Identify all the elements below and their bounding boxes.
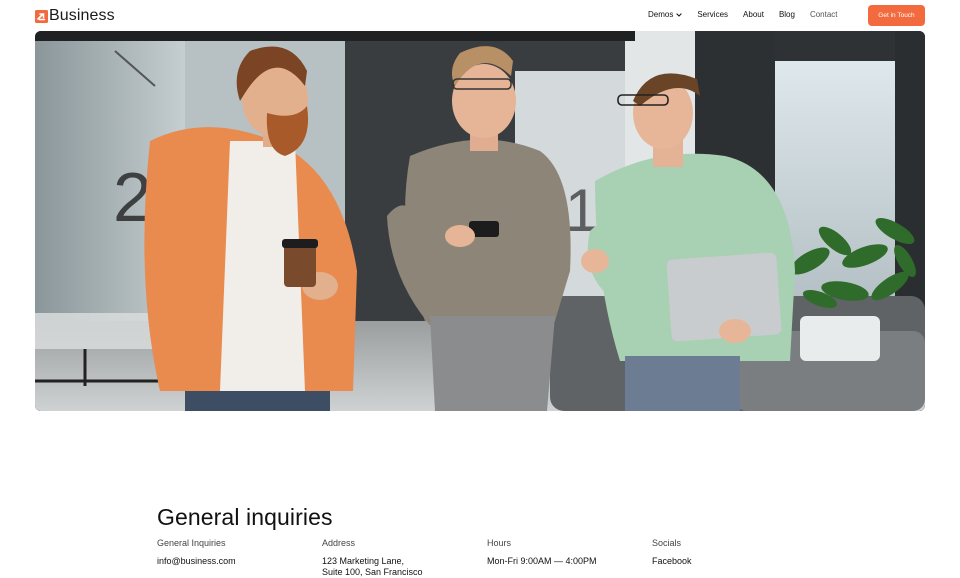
email-link[interactable]: info@business.com: [157, 556, 307, 567]
brand-name: Business: [49, 7, 115, 24]
hours-value: Mon-Fri 9:00AM — 4:00PM: [487, 556, 597, 566]
column-label: General Inquiries: [157, 538, 226, 548]
nav-demos[interactable]: Demos: [648, 10, 683, 19]
get-in-touch-button[interactable]: Get in Touch: [868, 5, 925, 26]
nav-demos-label: Demos: [648, 10, 674, 19]
address-line-2: Suite 100, San Francisco: [322, 567, 423, 577]
main-nav: Demos Services About Blog Contact: [648, 10, 853, 19]
nav-services[interactable]: Services: [697, 10, 728, 19]
inquiries-title: General inquiries: [157, 504, 333, 531]
hero-photo-illustration: 2 11: [35, 31, 925, 411]
facebook-link[interactable]: Facebook: [652, 556, 802, 567]
site-header: Business Demos Services About Blog Conta…: [0, 0, 960, 31]
nav-blog[interactable]: Blog: [779, 10, 795, 19]
contact-column-address: Address 123 Marketing Lane, Suite 100, S…: [322, 538, 472, 578]
contact-column-socials: Socials Facebook: [652, 538, 802, 567]
address-line-1: 123 Marketing Lane,: [322, 556, 405, 566]
column-label: Hours: [487, 538, 512, 548]
brand-logo-icon: [35, 9, 48, 23]
contact-column-hours: Hours Mon-Fri 9:00AM — 4:00PM: [487, 538, 637, 567]
contact-column-general: General Inquiries info@business.com: [157, 538, 307, 567]
brand-logo[interactable]: Business: [35, 8, 115, 24]
nav-about[interactable]: About: [743, 10, 764, 19]
column-label: Address: [322, 538, 356, 548]
chevron-down-icon: [676, 12, 683, 17]
column-label: Socials: [652, 538, 682, 548]
nav-contact[interactable]: Contact: [810, 10, 838, 19]
hero-image: 2 11: [35, 31, 925, 411]
